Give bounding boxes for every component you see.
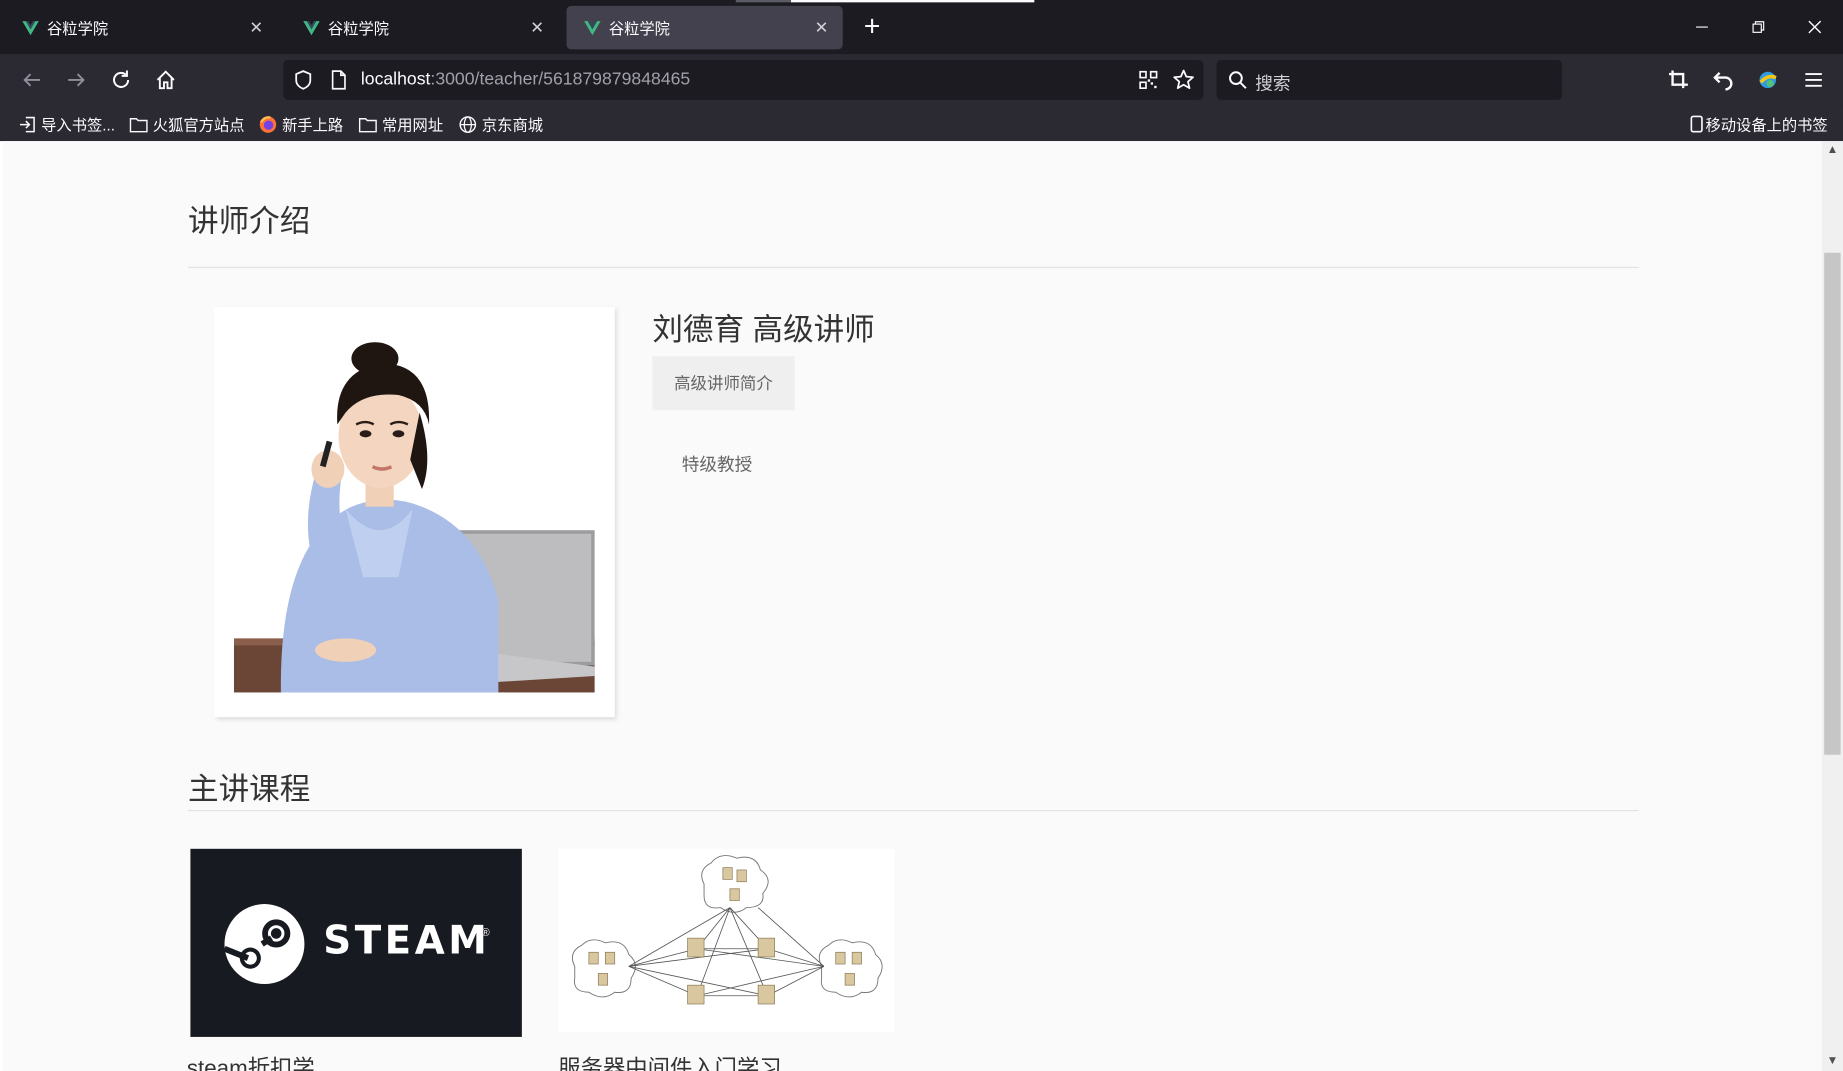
bookmark-label: 移动设备上的书签 (1705, 116, 1828, 135)
teacher-photo-card (213, 306, 615, 718)
scroll-down-icon[interactable]: ▼ (1822, 1055, 1843, 1071)
tab-1[interactable]: 谷粒学院 ✕ (5, 6, 278, 49)
page-icon[interactable] (328, 69, 349, 90)
teacher-name: 刘德育 高级讲师 (652, 311, 875, 347)
course-card-thumbnail[interactable]: STEAM ® (190, 848, 522, 1037)
hamburger-menu-icon (1805, 73, 1822, 87)
mobile-device-icon (1689, 115, 1703, 134)
section-title-courses: 主讲课程 (188, 771, 311, 807)
tab-title: 谷粒学院 (327, 19, 390, 38)
undo-button[interactable] (1709, 66, 1737, 94)
reload-icon (113, 70, 130, 88)
extension-button[interactable] (1754, 66, 1782, 94)
undo-arrow-icon (1713, 72, 1733, 91)
divider (188, 810, 1639, 812)
back-button[interactable] (18, 66, 46, 94)
tab-title: 谷粒学院 (47, 19, 109, 38)
bookmark-label: 常用网址 (381, 116, 444, 135)
tab-2[interactable]: 谷粒学院 ✕ (286, 6, 559, 49)
vertical-scrollbar[interactable]: ▲ ▼ (1821, 141, 1843, 1071)
teacher-career: 特级教授 (681, 454, 753, 475)
bookmark-jd[interactable]: 京东商城 (458, 113, 543, 135)
scroll-up-icon[interactable]: ▲ (1822, 143, 1843, 159)
tab-3-active[interactable]: 谷粒学院 ✕ (566, 5, 843, 50)
close-window-button[interactable] (1791, 9, 1838, 44)
bookmark-folder-firefox-sites[interactable]: 火狐官方站点 (129, 113, 244, 135)
close-tab-icon[interactable]: ✕ (528, 18, 547, 37)
vue-logo-icon (22, 20, 39, 35)
teacher-intro-badge: 高级讲师简介 (652, 356, 795, 411)
home-icon (156, 70, 175, 90)
mobile-bookmarks[interactable]: 移动设备上的书签 (1689, 113, 1828, 135)
scrollbar-thumb[interactable] (1824, 252, 1841, 755)
search-icon (1229, 71, 1247, 89)
qr-code-icon[interactable] (1138, 69, 1159, 90)
steam-wordmark: STEAM (323, 916, 491, 963)
close-tab-icon[interactable]: ✕ (247, 18, 266, 37)
registered-mark-icon: ® (481, 926, 490, 939)
arrow-left-icon (23, 73, 40, 87)
tab-title: 谷粒学院 (608, 19, 670, 38)
tab-strip: 谷粒学院 ✕ 谷粒学院 ✕ 谷粒学院 ✕ + (0, 0, 1843, 55)
folder-icon (358, 115, 377, 134)
extension-icon (1759, 71, 1777, 89)
folder-icon (129, 115, 148, 134)
import-icon (18, 115, 37, 134)
course-title[interactable]: steam折扣学 (187, 1051, 315, 1071)
course-title[interactable]: 服务器中间件入门学习 (558, 1051, 781, 1071)
browser-window: 谷粒学院 ✕ 谷粒学院 ✕ 谷粒学院 ✕ + localhost:3000/te… (0, 0, 1843, 1071)
restore-button[interactable] (1735, 9, 1782, 44)
crop-icon (1669, 70, 1688, 89)
search-placeholder: 搜索 (1255, 74, 1291, 95)
reload-button[interactable] (107, 66, 135, 94)
tab-strip-indicator (791, 0, 1035, 3)
bookmarks-toolbar: 导入书签... 火狐官方站点 新手上路 常用网址 京东商城 移动设备上的书签 (0, 105, 1843, 142)
teacher-page: 讲师介绍 刘德育 高级讲师 高级讲师简介 特级教授 主讲课程 STEAM ® s… (2, 141, 1822, 1071)
vue-logo-icon (584, 20, 601, 35)
home-button[interactable] (152, 66, 180, 94)
url-text[interactable]: localhost:3000/teacher/561879879848465 (361, 69, 690, 89)
address-bar[interactable]: localhost:3000/teacher/561879879848465 (283, 59, 1204, 100)
page-viewport: 讲师介绍 刘德育 高级讲师 高级讲师简介 特级教授 主讲课程 STEAM ® s… (0, 141, 1843, 1071)
url-path: :3000/teacher/561879879848465 (430, 69, 691, 90)
firefox-logo-icon (259, 115, 278, 134)
screenshot-button[interactable] (1664, 66, 1692, 94)
vue-logo-icon (303, 20, 320, 35)
bookmark-label: 新手上路 (282, 116, 344, 135)
close-icon (1808, 20, 1822, 34)
close-tab-icon[interactable]: ✕ (812, 18, 831, 37)
bookmark-label: 京东商城 (481, 116, 544, 135)
app-menu-button[interactable] (1800, 66, 1828, 94)
section-title-teacher: 讲师介绍 (188, 203, 311, 239)
course-card-thumbnail[interactable] (558, 848, 895, 1033)
arrow-right-icon (68, 73, 85, 87)
divider (188, 266, 1639, 269)
shield-icon[interactable] (293, 69, 314, 90)
steam-logo-icon (223, 904, 305, 985)
new-tab-button[interactable]: + (858, 11, 886, 43)
tab-strip-indicator (735, 0, 793, 3)
bookmark-getting-started[interactable]: 新手上路 (259, 113, 344, 135)
url-host: localhost (360, 69, 431, 90)
star-bookmark-icon[interactable] (1172, 68, 1196, 92)
bookmark-label: 火狐官方站点 (152, 116, 245, 135)
minimize-button[interactable] (1678, 9, 1725, 44)
bookmark-label: 导入书签... (41, 116, 116, 135)
navigation-toolbar: localhost:3000/teacher/561879879848465 搜… (0, 54, 1843, 106)
bookmark-folder-common[interactable]: 常用网址 (358, 113, 443, 135)
restore-icon (1752, 21, 1765, 33)
teacher-avatar (233, 342, 595, 693)
minimize-icon (1696, 26, 1708, 28)
architecture-diagram-image (571, 855, 883, 1005)
globe-icon (458, 115, 477, 134)
search-bar[interactable]: 搜索 (1216, 59, 1563, 100)
bookmark-import[interactable]: 导入书签... (18, 113, 115, 135)
forward-button[interactable] (62, 66, 90, 94)
